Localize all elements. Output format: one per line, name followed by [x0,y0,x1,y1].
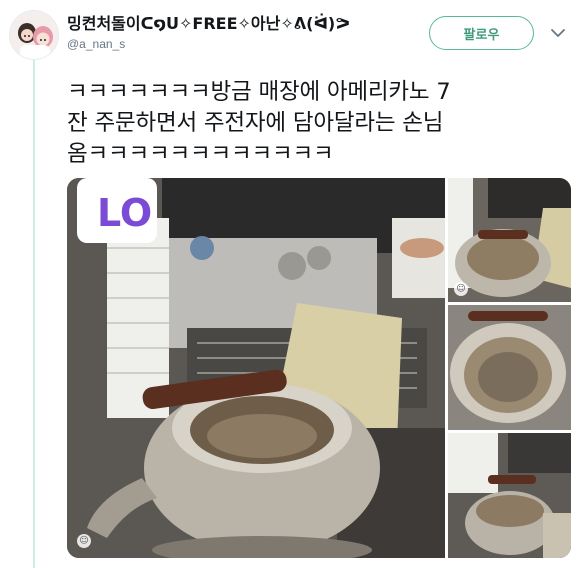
sign-text: LO [97,191,152,235]
photo-top-right[interactable]: ☺ [448,178,571,302]
tweet-text: ㅋㅋㅋㅋㅋㅋㅋ방금 매장에 아메리카노 7 잔 주문하면서 주전자에 담아달라는… [67,77,572,170]
display-name[interactable]: 밍켠처돌이ᑕ໑ᑌ✧FREE✧아난✧ᕕ(ᐛ)ᕗ [67,14,350,34]
kettle-top-photo-image [448,178,571,302]
chevron-down-icon[interactable] [548,25,568,41]
thread-line [33,58,35,568]
anime-avatar-icon [10,11,58,59]
user-handle[interactable]: @a_nan_s [67,37,350,51]
media-tag-icon[interactable]: ☺ [77,534,91,548]
photo-bottom-right[interactable] [448,433,571,558]
photo-main[interactable]: LO ☺ [67,178,445,558]
tweet-line: 옴ㅋㅋㅋㅋㅋㅋㅋㅋㅋㅋㅋㅋ [67,141,334,167]
kettle-photo-image: LO [67,178,445,558]
follow-button[interactable]: 팔로우 [429,16,534,50]
media-grid: LO ☺ ☺ [67,178,571,558]
tweet-line: ㅋㅋㅋㅋㅋㅋㅋ방금 매장에 아메리카노 7 [67,79,451,105]
avatar[interactable] [9,10,59,60]
tweet-line: 잔 주문하면서 주전자에 담아달라는 손님 [67,110,444,136]
user-names: 밍켠처돌이ᑕ໑ᑌ✧FREE✧아난✧ᕕ(ᐛ)ᕗ @a_nan_s [67,14,350,51]
kettle-inside-photo-image [448,305,571,430]
photo-middle-right[interactable] [448,305,571,430]
media-tag-icon[interactable]: ☺ [454,282,468,296]
kettle-floor-photo-image [448,433,571,558]
